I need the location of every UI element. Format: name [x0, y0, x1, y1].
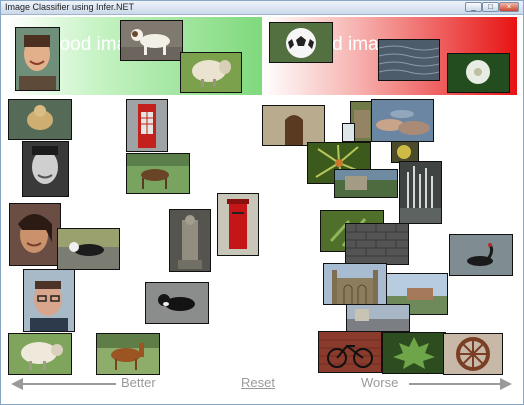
clouds-sky-image — [372, 100, 433, 141]
cart-wheel-thumb[interactable] — [443, 333, 503, 375]
brown-horse-image — [127, 154, 189, 193]
worse-arrow — [409, 378, 512, 390]
red-telephone-box-image — [127, 100, 167, 151]
man-face-bw-image — [23, 142, 68, 196]
soccer-ball-thumb[interactable] — [269, 22, 333, 63]
soccer-ball-image — [270, 23, 332, 62]
yellow-dog-thumb[interactable] — [8, 99, 72, 140]
black-white-cat-image — [146, 283, 208, 323]
wooden-door-image — [263, 106, 324, 145]
black-swan-image — [450, 235, 512, 275]
woman-portrait-thumb[interactable] — [9, 203, 61, 266]
lemons-image — [392, 142, 418, 162]
red-telephone-box-thumb[interactable] — [126, 99, 168, 152]
cat-on-path-thumb[interactable] — [57, 228, 120, 270]
cart-wheel-image — [444, 334, 502, 374]
red-postbox-image — [218, 194, 258, 255]
close-icon[interactable]: × — [499, 2, 519, 12]
bicycle-thumb[interactable] — [318, 331, 382, 373]
minimize-icon[interactable]: _ — [465, 2, 482, 12]
white-sheep-image — [9, 334, 71, 374]
smiling-man-portrait-thumb[interactable] — [15, 27, 60, 91]
worse-arrow-line — [409, 383, 501, 385]
maple-leaf-thumb[interactable] — [382, 332, 446, 374]
jack-russell-dog-thumb[interactable] — [120, 20, 183, 61]
brown-horse-thumb[interactable] — [126, 153, 190, 194]
garden-hedge-thumb[interactable] — [334, 169, 398, 198]
night-fountain-image — [400, 162, 441, 223]
window-title: Image Classifier using Infer.NET — [5, 2, 135, 12]
garden-hedge-image — [335, 170, 397, 197]
chestnut-horse-image — [97, 334, 159, 374]
water-surface-thumb[interactable] — [378, 39, 440, 81]
woman-portrait-image — [10, 204, 60, 265]
right-arrowhead-icon — [500, 378, 512, 390]
worse-label: Worse — [361, 375, 399, 390]
stone-wall-thumb[interactable] — [345, 223, 409, 265]
yellow-dog-image — [9, 100, 71, 139]
reset-link[interactable]: Reset — [241, 375, 275, 390]
stone-statue-thumb[interactable] — [169, 209, 211, 272]
dandelion-seedhead-image — [448, 54, 509, 92]
gothic-chapel-image — [324, 264, 386, 304]
cat-on-path-image — [58, 229, 119, 269]
better-arrow-line — [21, 383, 116, 385]
smiling-man-portrait-image — [16, 28, 59, 90]
small-partial-thumb[interactable] — [342, 123, 355, 142]
man-with-glasses-thumb[interactable] — [23, 269, 75, 332]
better-arrow — [11, 378, 116, 390]
gothic-chapel-thumb[interactable] — [323, 263, 387, 305]
maple-leaf-image — [383, 333, 445, 373]
jack-russell-dog-image — [121, 21, 182, 60]
red-postbox-thumb[interactable] — [217, 193, 259, 256]
black-swan-thumb[interactable] — [449, 234, 513, 276]
street-scene-image — [347, 305, 409, 331]
stone-wall-image — [346, 224, 408, 264]
dandelion-seedhead-thumb[interactable] — [447, 53, 510, 93]
water-surface-image — [378, 40, 440, 80]
night-fountain-thumb[interactable] — [399, 161, 442, 224]
man-with-glasses-image — [24, 270, 74, 331]
better-label: Better — [121, 375, 156, 390]
stone-statue-image — [170, 210, 210, 271]
lemons-thumb[interactable] — [391, 141, 419, 163]
man-face-bw-thumb[interactable] — [22, 141, 69, 197]
wooden-door-thumb[interactable] — [262, 105, 325, 146]
clouds-sky-thumb[interactable] — [371, 99, 434, 142]
title-bar[interactable]: Image Classifier using Infer.NET _ □ × — [1, 1, 523, 15]
street-scene-thumb[interactable] — [346, 304, 410, 332]
chestnut-horse-thumb[interactable] — [96, 333, 160, 375]
sheep-in-field-thumb[interactable] — [180, 52, 242, 93]
app-window: Image Classifier using Infer.NET _ □ × g… — [0, 0, 524, 405]
black-white-cat-thumb[interactable] — [145, 282, 209, 324]
sheep-in-field-image — [181, 53, 241, 92]
white-sheep-thumb[interactable] — [8, 333, 72, 375]
maximize-icon[interactable]: □ — [482, 2, 499, 12]
bicycle-image — [319, 332, 381, 372]
